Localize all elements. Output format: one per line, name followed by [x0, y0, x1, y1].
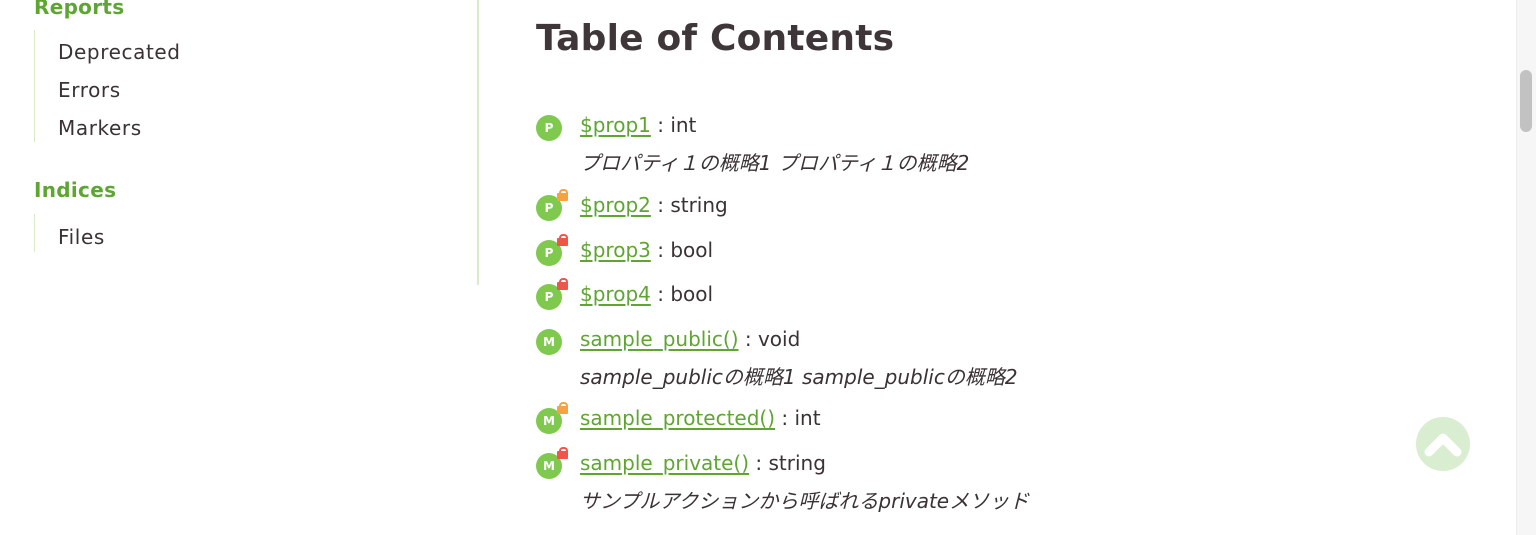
entry-signature: sample_public() : void — [580, 327, 800, 351]
private-lock-icon — [557, 234, 568, 246]
entry-description: プロパティ１の概略1 プロパティ１の概略2 — [580, 151, 970, 175]
type-separator: : — [749, 451, 769, 475]
back-to-top-button[interactable] — [1416, 417, 1470, 471]
link-sample-protected[interactable]: sample_protected() — [580, 406, 775, 430]
protected-lock-icon — [557, 402, 568, 414]
link-prop1[interactable]: $prop1 — [580, 113, 651, 137]
entry-signature: $prop4 : bool — [580, 282, 713, 306]
sidebar-item-files[interactable]: Files — [58, 225, 105, 249]
type-separator: : — [650, 193, 671, 217]
sidebar-item-deprecated[interactable]: Deprecated — [58, 40, 181, 64]
sidebar-item-errors[interactable]: Errors — [58, 78, 121, 102]
entry-signature: sample_protected() : int — [580, 406, 821, 430]
entry-description: sample_publicの概略1 sample_publicの概略2 — [580, 365, 1018, 389]
entry-type: bool — [670, 282, 714, 306]
entry-signature: sample_private() : string — [580, 451, 826, 475]
property-badge: P — [536, 115, 562, 141]
method-badge: M — [536, 329, 562, 355]
private-lock-icon — [557, 278, 568, 290]
link-prop2[interactable]: $prop2 — [580, 193, 651, 217]
entry-type: string — [670, 193, 728, 217]
entry-description: サンプルアクションから呼ばれるprivateメソッド — [580, 489, 1030, 513]
link-prop4[interactable]: $prop4 — [580, 282, 651, 306]
entry-type: bool — [670, 238, 714, 262]
entry-signature: $prop2 : string — [580, 193, 728, 217]
entry-type: void — [757, 327, 801, 351]
private-lock-icon — [557, 447, 568, 459]
entry-signature: $prop1 : int — [580, 113, 696, 137]
type-separator: : — [650, 113, 671, 137]
sidebar-section-title-reports: Reports — [34, 0, 125, 19]
link-sample-private[interactable]: sample_private() — [580, 451, 749, 475]
sidebar-list-reports: Deprecated Errors Markers — [34, 30, 180, 142]
protected-lock-icon — [557, 189, 568, 201]
sidebar-section-title-indices: Indices — [34, 178, 117, 202]
page-title: Table of Contents — [536, 18, 895, 59]
type-separator: : — [650, 238, 671, 262]
link-sample-public[interactable]: sample_public() — [580, 327, 739, 351]
chevron-up-icon — [1424, 433, 1462, 457]
sidebar-item-markers[interactable]: Markers — [58, 116, 142, 140]
entry-type: int — [794, 406, 821, 430]
scrollbar-thumb[interactable] — [1520, 70, 1532, 132]
entry-type: int — [670, 113, 697, 137]
entry-type: string — [768, 451, 826, 475]
type-separator: : — [650, 282, 671, 306]
entry-signature: $prop3 : bool — [580, 238, 713, 262]
sidebar-list-indices: Files — [34, 214, 104, 252]
sidebar: Reports Deprecated Errors Markers Indice… — [0, 0, 479, 285]
type-separator: : — [738, 327, 758, 351]
link-prop3[interactable]: $prop3 — [580, 238, 651, 262]
type-separator: : — [775, 406, 795, 430]
page: Reports Deprecated Errors Markers Indice… — [0, 0, 1536, 535]
